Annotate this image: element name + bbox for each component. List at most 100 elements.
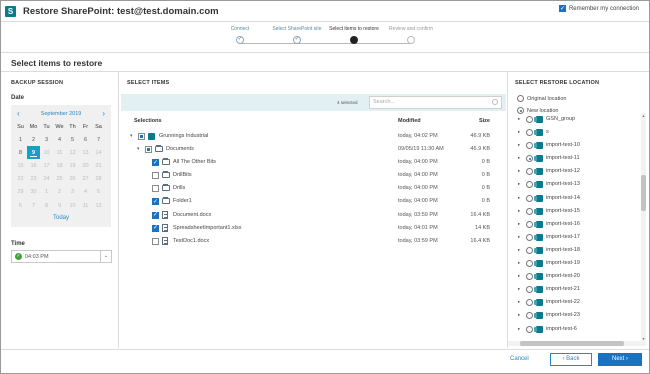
calendar-day[interactable]: 8 (14, 146, 27, 159)
item-checkbox[interactable] (145, 146, 152, 154)
original-location-option[interactable]: Original location (517, 95, 566, 102)
item-row[interactable]: ✓ SpreadsheetImportant1.xlsx today, 04:01 … (120, 222, 506, 235)
item-checkbox[interactable] (152, 172, 159, 180)
item-checkbox[interactable] (152, 237, 159, 245)
expand-arrow-icon[interactable]: ▸ (518, 116, 520, 122)
expand-arrow-icon[interactable]: ▸ (518, 155, 520, 161)
site-tree-item[interactable]: ▸ import-test-11 (508, 152, 639, 165)
site-tree-item[interactable]: ▸ import-test-12 (508, 165, 639, 178)
site-radio[interactable] (526, 233, 533, 241)
calendar-day[interactable]: 7 (92, 133, 105, 146)
expand-arrow-icon[interactable]: ▸ (518, 273, 520, 279)
expand-toggle-icon[interactable]: ▾ (137, 146, 140, 152)
site-radio[interactable] (526, 181, 533, 189)
prev-month-icon[interactable]: ‹ (17, 109, 20, 118)
site-tree-item[interactable]: ▸ GSN_group (508, 113, 639, 126)
site-tree-item[interactable]: ▸ import-test-19 (508, 257, 639, 270)
remember-connection[interactable]: ✓ Remember my connection (558, 5, 639, 12)
expand-arrow-icon[interactable]: ▸ (518, 129, 520, 135)
site-radio[interactable] (526, 142, 533, 150)
site-tree-item[interactable]: ▸ import-test-21 (508, 283, 639, 296)
item-checkbox[interactable]: ✓ (152, 224, 159, 232)
calendar-day[interactable]: 6 (79, 133, 92, 146)
expand-arrow-icon[interactable]: ▸ (518, 234, 520, 240)
site-radio[interactable] (526, 129, 533, 137)
item-checkbox[interactable]: ✓ (152, 159, 159, 167)
site-radio[interactable] (526, 260, 533, 268)
item-checkbox[interactable] (138, 133, 145, 140)
calendar-day[interactable]: 5 (66, 133, 79, 146)
site-tree-item[interactable]: ▸ import-test-16 (508, 218, 639, 231)
site-radio[interactable] (526, 207, 533, 215)
remember-checkbox[interactable]: ✓ (558, 5, 566, 12)
calendar-day[interactable]: 1 (14, 133, 27, 146)
column-header-size[interactable]: Size (479, 118, 490, 124)
site-radio[interactable] (526, 273, 533, 281)
site-radio[interactable] (526, 168, 533, 176)
item-checkbox[interactable]: ✓ (152, 211, 159, 219)
item-row[interactable]: DrillBits today, 04:00 PM 0 B (120, 169, 506, 182)
expand-arrow-icon[interactable]: ▸ (518, 247, 520, 253)
expand-arrow-icon[interactable]: ▸ (518, 260, 520, 266)
item-row[interactable]: Drills today, 04:00 PM 0 B (120, 182, 506, 195)
next-button[interactable]: Next › (598, 353, 642, 366)
column-header-modified[interactable]: Modified (398, 118, 421, 124)
site-tree-item[interactable]: ▸ import-test-15 (508, 205, 639, 218)
expand-arrow-icon[interactable]: ▸ (518, 299, 520, 305)
item-checkbox[interactable]: ✓ (152, 198, 159, 206)
site-radio[interactable] (526, 155, 533, 163)
expand-arrow-icon[interactable]: ▸ (518, 142, 520, 148)
item-row[interactable]: ✓ Document.docx today, 03:59 PM 16.4 KB (120, 209, 506, 222)
chevron-down-icon[interactable]: ⌄ (100, 251, 111, 262)
site-tree-item[interactable]: ▸ s (508, 126, 639, 139)
today-link[interactable]: Today (11, 215, 111, 221)
site-tree-item[interactable]: ▸ import-test-13 (508, 178, 639, 191)
scrollbar-thumb[interactable] (641, 175, 646, 211)
calendar-day[interactable]: 4 (53, 133, 66, 146)
time-select[interactable]: ✓ 04:03 PM ⌄ (11, 250, 112, 263)
expand-arrow-icon[interactable]: ▸ (518, 286, 520, 292)
item-row[interactable]: TestDoc1.docx today, 03:59 PM 16.4 KB (120, 235, 506, 248)
site-radio[interactable] (526, 116, 533, 123)
horizontal-scrollbar[interactable] (508, 341, 646, 346)
scroll-up-icon[interactable]: ▴ (641, 113, 646, 118)
calendar-day[interactable]: 2 (27, 133, 40, 146)
site-radio[interactable] (526, 312, 533, 320)
site-radio[interactable] (526, 246, 533, 254)
site-radio[interactable] (526, 286, 533, 294)
expand-arrow-icon[interactable]: ▸ (518, 181, 520, 187)
site-tree-item[interactable]: ▸ import-test-14 (508, 192, 639, 205)
calendar-day-selected[interactable]: 9 (27, 146, 40, 160)
site-tree-item[interactable]: ▸ import-test-23 (508, 309, 639, 322)
item-row[interactable]: ✓ All The Other Bits today, 04:00 PM 0 B (120, 156, 506, 169)
next-month-icon[interactable]: › (102, 109, 105, 118)
site-radio[interactable] (526, 220, 533, 228)
site-tree-item[interactable]: ▸ import-test-20 (508, 270, 639, 283)
expand-arrow-icon[interactable]: ▸ (518, 221, 520, 227)
expand-arrow-icon[interactable]: ▸ (518, 168, 520, 174)
site-radio[interactable] (526, 325, 533, 333)
expand-toggle-icon[interactable]: ▾ (130, 133, 133, 139)
site-tree-item[interactable]: ▸ import-test-18 (508, 244, 639, 257)
expand-arrow-icon[interactable]: ▸ (518, 326, 520, 332)
scrollbar-thumb[interactable] (520, 341, 624, 346)
expand-arrow-icon[interactable]: ▸ (518, 312, 520, 318)
item-checkbox[interactable] (152, 185, 159, 193)
site-tree-item[interactable]: ▸ import-test-17 (508, 231, 639, 244)
item-row[interactable]: ▾ Documents 09/05/19 11:30 AM 46.9 KB (120, 143, 506, 156)
site-radio[interactable] (526, 299, 533, 307)
original-location-radio[interactable] (517, 95, 524, 102)
vertical-scrollbar[interactable]: ▴ ▾ (641, 113, 646, 341)
calendar-day[interactable]: 3 (40, 133, 53, 146)
cancel-button[interactable]: Cancel (510, 356, 529, 362)
search-icon[interactable] (492, 99, 498, 105)
column-header-selections[interactable]: Selections (134, 118, 162, 124)
site-tree-item[interactable]: ▸ import-test-6 (508, 323, 639, 336)
expand-arrow-icon[interactable]: ▸ (518, 195, 520, 201)
item-row[interactable]: ✓ Folder1 today, 04:00 PM 0 B (120, 195, 506, 208)
site-radio[interactable] (526, 194, 533, 202)
item-row[interactable]: ▾ Grunnings Industrial today, 04:02 PM 46.9… (120, 130, 506, 143)
site-tree-item[interactable]: ▸ import-test-22 (508, 296, 639, 309)
back-button[interactable]: ‹ Back (550, 353, 592, 366)
expand-arrow-icon[interactable]: ▸ (518, 208, 520, 214)
